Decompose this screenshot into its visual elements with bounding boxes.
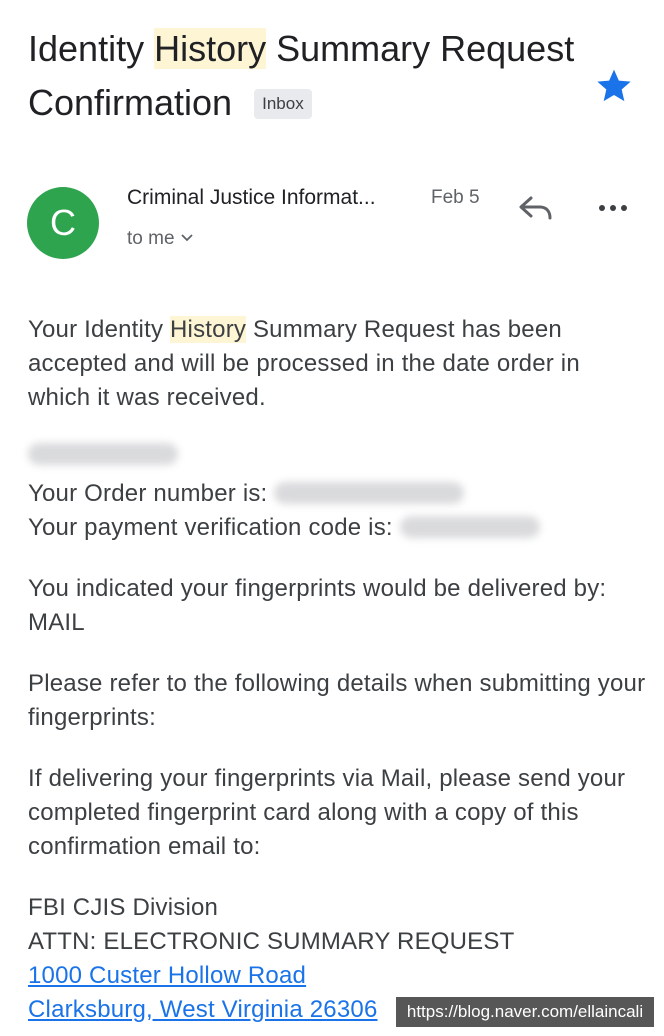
- chevron-down-icon: [180, 234, 193, 242]
- sender-avatar[interactable]: C: [27, 187, 99, 259]
- order-number-line: Your Order number is:: [28, 477, 648, 511]
- address-link-city[interactable]: Clarksburg, West Virginia 26306: [28, 996, 378, 1023]
- watermark: https://blog.naver.com/ellaincali: [396, 997, 654, 1027]
- mail-instructions-paragraph: If delivering your fingerprints via Mail…: [28, 765, 626, 860]
- email-body: Your Identity History Summary Request ha…: [28, 313, 648, 1027]
- email-view: Identity History Summary Request Confirm…: [0, 0, 664, 1036]
- email-subject: Identity History Summary Request Confirm…: [28, 22, 598, 130]
- reply-icon[interactable]: [516, 192, 556, 226]
- verification-code-label: Your payment verification code is:: [28, 514, 400, 541]
- star-icon[interactable]: [594, 66, 634, 106]
- sender-name[interactable]: Criminal Justice Informat...: [127, 184, 417, 212]
- email-date: Feb 5: [431, 187, 480, 208]
- more-options-icon[interactable]: [595, 196, 631, 220]
- recipient-label: to me: [127, 228, 175, 249]
- subject-text-1: Identity: [28, 28, 155, 69]
- recipient-details-toggle[interactable]: to me: [127, 226, 193, 252]
- order-number-label: Your Order number is:: [28, 480, 275, 507]
- body-text: Your Identity: [28, 316, 171, 343]
- redacted-name: [28, 443, 178, 465]
- redacted-verification-code: [399, 516, 540, 538]
- body-highlight: History: [170, 316, 247, 343]
- subject-highlight: History: [154, 28, 267, 69]
- address-link-street[interactable]: 1000 Custer Hollow Road: [28, 962, 306, 989]
- redacted-order-number: [274, 482, 465, 504]
- verification-code-line: Your payment verification code is:: [28, 511, 648, 545]
- body-paragraph-accepted: Your Identity History Summary Request ha…: [28, 313, 648, 415]
- address-line-2: ATTN: ELECTRONIC SUMMARY REQUEST: [28, 928, 515, 955]
- instructions-paragraph: Please refer to the following details wh…: [28, 670, 646, 731]
- delivery-method-paragraph: You indicated your fingerprints would be…: [28, 575, 607, 636]
- inbox-label-badge[interactable]: Inbox: [254, 89, 312, 119]
- address-line-1: FBI CJIS Division: [28, 894, 219, 921]
